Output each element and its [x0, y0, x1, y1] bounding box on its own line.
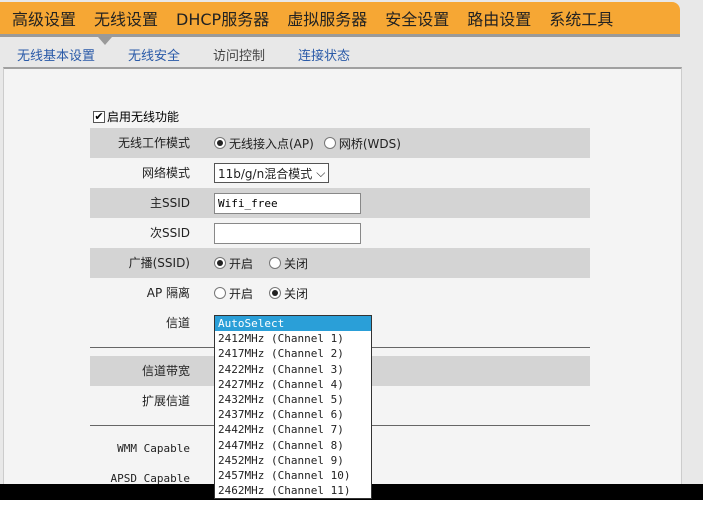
ssid1-input[interactable]	[214, 192, 361, 214]
channel-option[interactable]: 2432MHz (Channel 5)	[215, 392, 371, 407]
radio-label: 关闭	[284, 256, 309, 271]
channel-option[interactable]: 2462MHz (Channel 11)	[215, 483, 371, 498]
chevron-down-icon: ⌵	[316, 165, 326, 180]
channel-option[interactable]: 2412MHz (Channel 1)	[215, 331, 371, 346]
nav-virtual-server[interactable]: 虚拟服务器	[287, 6, 367, 30]
radio-icon[interactable]	[323, 137, 336, 149]
subnav-basic[interactable]: 无线基本设置	[17, 45, 95, 64]
radio-icon[interactable]	[214, 137, 226, 149]
label: 广播(SSID)	[128, 256, 190, 270]
radio-label: 网桥(WDS)	[338, 136, 401, 151]
channel-option[interactable]: 2447MHz (Channel 8)	[215, 438, 371, 453]
nav-system-tools[interactable]: 系统工具	[549, 6, 613, 30]
network-mode-select[interactable]: 11b/g/n混合模式 ⌵	[214, 163, 330, 183]
row-network-mode: 网络模式 11b/g/n混合模式 ⌵	[90, 158, 590, 188]
radio-wds[interactable]: 网桥(WDS)	[323, 135, 401, 152]
radio-icon[interactable]	[269, 287, 282, 299]
nav-advanced[interactable]: 高级设置	[12, 6, 76, 30]
subnav-connection-status[interactable]: 连接状态	[298, 45, 350, 64]
radio-label: 关闭	[284, 286, 309, 301]
radio-broadcast-off[interactable]: 关闭	[269, 255, 308, 272]
row-ssid2: 次SSID	[90, 218, 590, 248]
label: 网络模式	[141, 166, 190, 180]
channel-option[interactable]: 2442MHz (Channel 7)	[215, 422, 371, 437]
select-value: 11b/g/n混合模式	[218, 166, 313, 181]
channel-dropdown-list[interactable]: AutoSelect 2412MHz (Channel 1) 2417MHz (Ch…	[214, 315, 372, 499]
label: 信道	[165, 316, 190, 330]
radio-label: 无线接入点(AP)	[229, 136, 314, 151]
radio-icon[interactable]	[269, 257, 282, 269]
radio-label: 开启	[229, 286, 254, 301]
row-work-mode: 无线工作模式 无线接入点(AP) 网桥(WDS)	[90, 128, 590, 158]
nav-security[interactable]: 安全设置	[385, 6, 449, 30]
channel-option[interactable]: 2422MHz (Channel 3)	[215, 362, 371, 377]
radio-icon[interactable]	[214, 257, 226, 269]
checkbox-icon[interactable]: ✔	[93, 110, 105, 123]
radio-ap[interactable]: 无线接入点(AP)	[214, 135, 314, 152]
row-broadcast: 广播(SSID) 开启 关闭	[90, 248, 590, 278]
radio-label: 开启	[229, 256, 254, 271]
label: 无线工作模式	[117, 136, 190, 150]
label: 扩展信道	[141, 394, 190, 408]
channel-option[interactable]: 2417MHz (Channel 2)	[215, 346, 371, 361]
label: AP 隔离	[146, 286, 190, 300]
channel-option[interactable]: 2437MHz (Channel 6)	[215, 407, 371, 422]
subnav-security[interactable]: 无线安全	[128, 45, 180, 64]
label: 次SSID	[149, 226, 190, 240]
label: WMM Capable	[117, 442, 190, 455]
nav-wireless[interactable]: 无线设置	[94, 6, 158, 30]
ssid2-input[interactable]	[214, 222, 361, 244]
subnav-access-control[interactable]: 访问控制	[213, 45, 265, 64]
channel-option[interactable]: 2457MHz (Channel 10)	[215, 468, 371, 483]
sub-nav: 无线基本设置 无线安全 访问控制 连接状态	[0, 40, 383, 68]
enable-wireless-label: 启用无线功能	[107, 110, 180, 124]
channel-option[interactable]: 2452MHz (Channel 9)	[215, 453, 371, 468]
radio-broadcast-on[interactable]: 开启	[214, 255, 253, 272]
enable-wireless-checkbox[interactable]: ✔ 启用无线功能	[93, 108, 179, 125]
main-nav: 高级设置 无线设置 DHCP服务器 虚拟服务器 安全设置 路由设置 系统工具	[0, 2, 680, 37]
radio-iso-off[interactable]: 关闭	[269, 285, 308, 302]
label: 信道带宽	[141, 364, 190, 378]
row-ap-isolation: AP 隔离 开启 关闭	[90, 278, 590, 308]
nav-dhcp[interactable]: DHCP服务器	[176, 6, 269, 30]
bottom-strip	[0, 500, 703, 508]
channel-option[interactable]: AutoSelect	[215, 316, 371, 332]
channel-option[interactable]: 2427MHz (Channel 4)	[215, 377, 371, 392]
label: 主SSID	[149, 196, 190, 210]
radio-icon[interactable]	[214, 287, 226, 299]
radio-iso-on[interactable]: 开启	[214, 285, 253, 302]
row-ssid1: 主SSID	[90, 188, 590, 218]
nav-routing[interactable]: 路由设置	[467, 6, 531, 30]
